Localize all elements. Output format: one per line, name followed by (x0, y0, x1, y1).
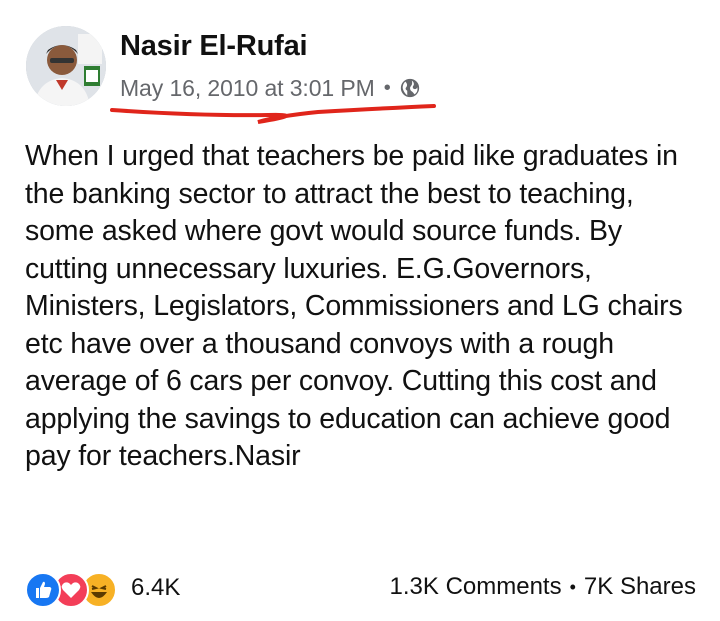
post-body-text: When I urged that teachers be paid like … (25, 140, 683, 472)
reaction-count[interactable]: 6.4K (131, 574, 180, 602)
engagement-separator: • (569, 576, 576, 597)
globe-icon[interactable] (399, 77, 421, 99)
comments-count[interactable]: 1.3K Comments (390, 573, 562, 601)
author-avatar[interactable] (26, 26, 106, 106)
shares-count[interactable]: 7K Shares (584, 573, 696, 601)
red-annotation-underline (110, 104, 436, 124)
avatar-photo (26, 26, 106, 106)
meta-separator: • (383, 76, 391, 99)
facebook-post: Nasir El-Rufai May 16, 2010 at 3:01 PM •… (0, 0, 720, 621)
like-icon (25, 572, 61, 608)
reaction-icons (25, 570, 127, 608)
author-name[interactable]: Nasir El-Rufai (120, 30, 308, 63)
reaction-summary[interactable]: 6.4K (25, 570, 180, 608)
engagement-stats: 1.3K Comments • 7K Shares (390, 573, 696, 601)
